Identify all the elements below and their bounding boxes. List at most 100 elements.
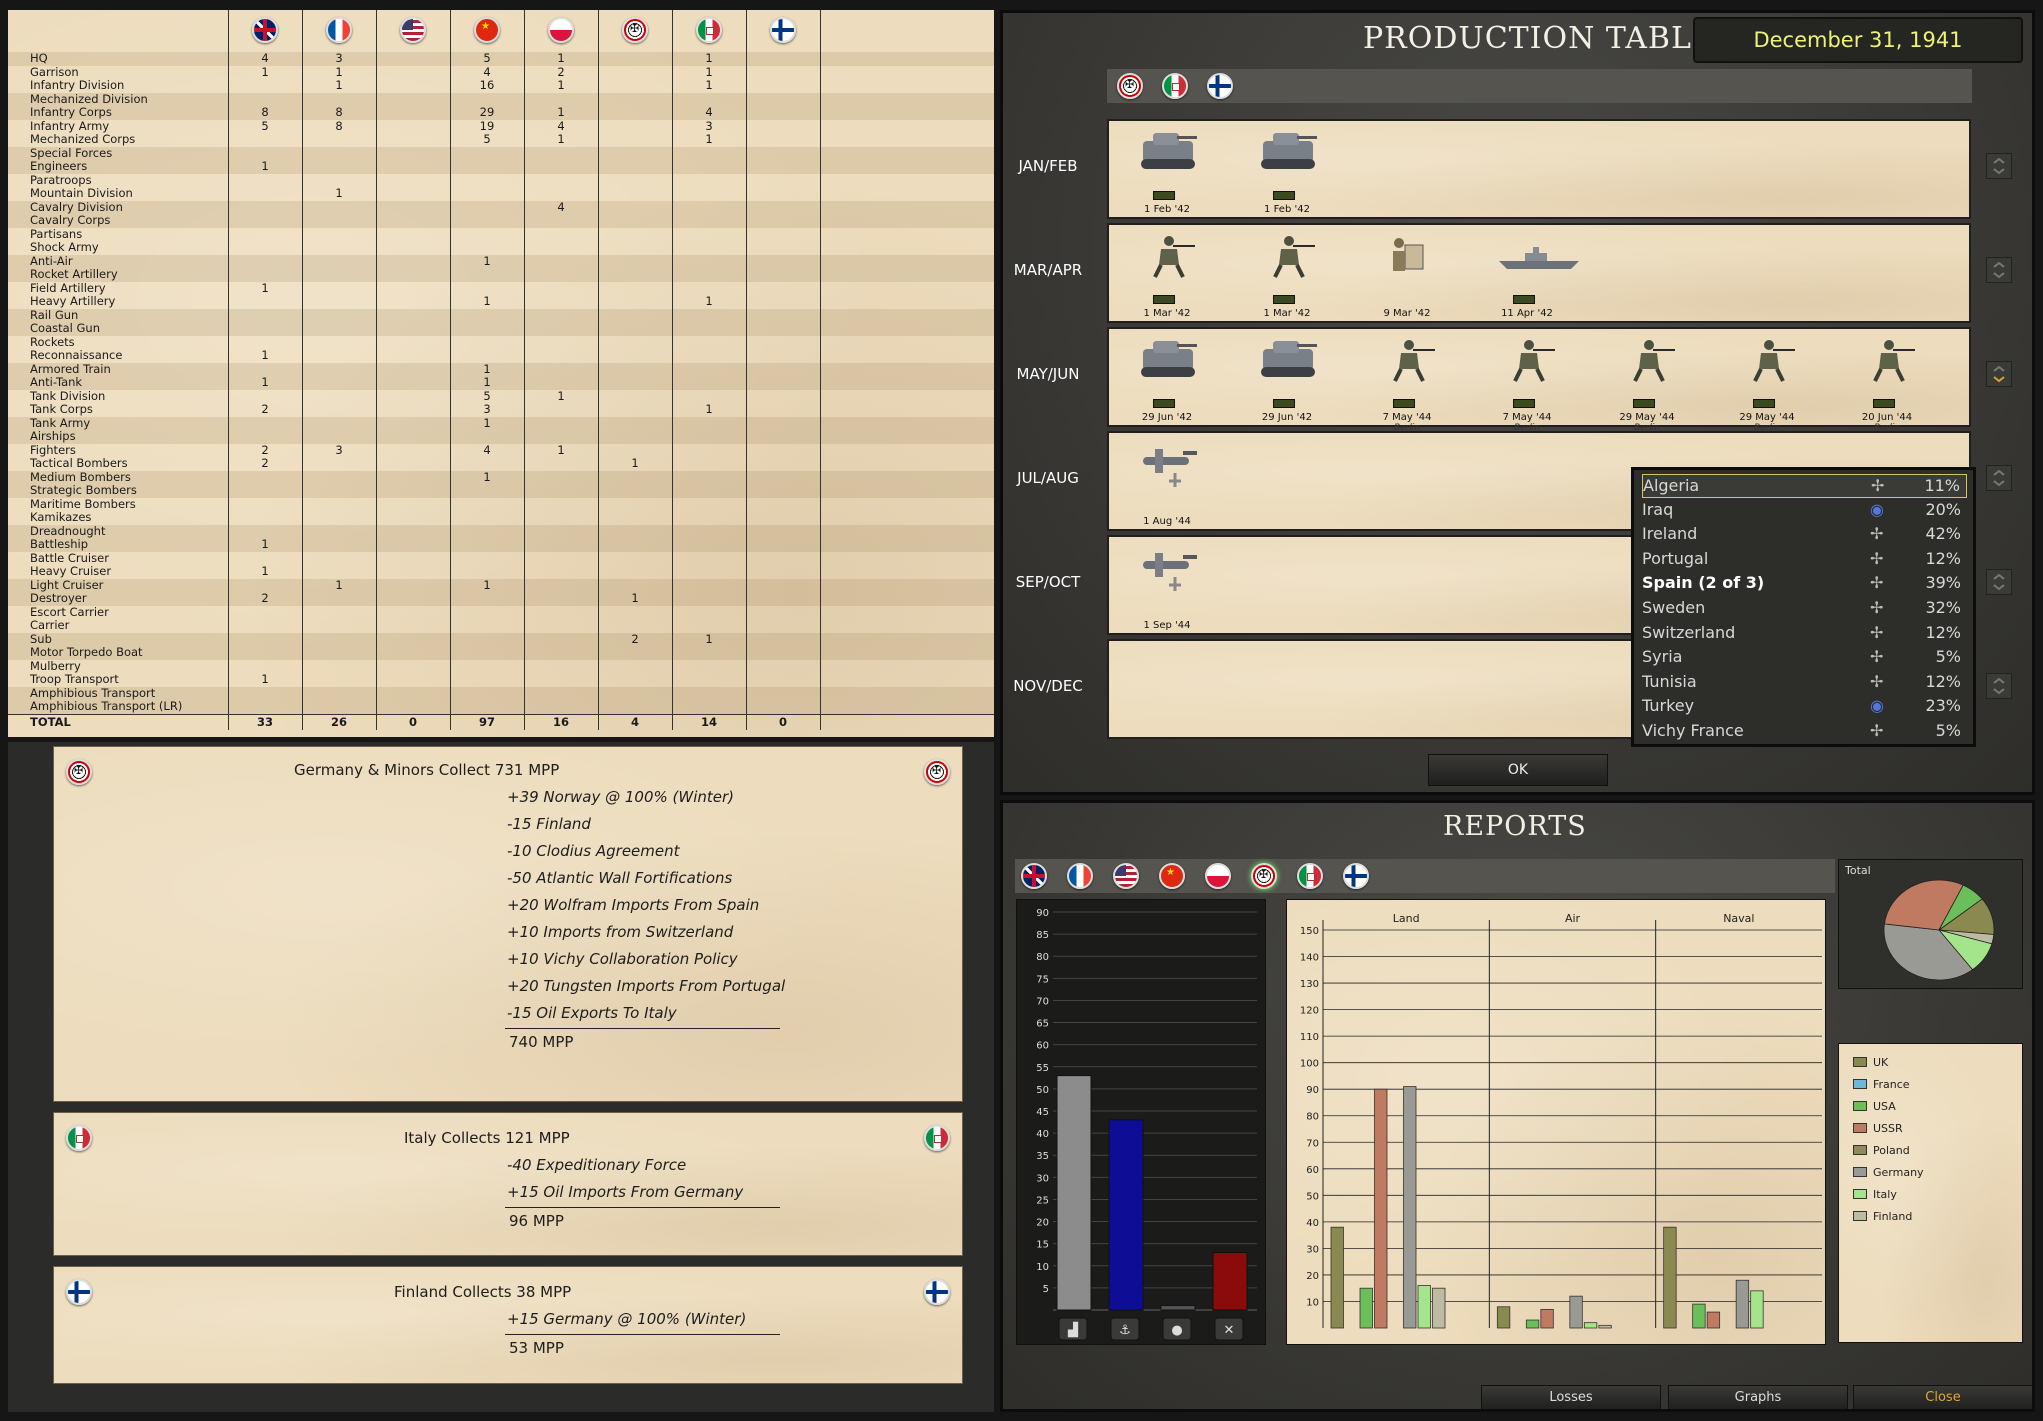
chart-legend: UK France USA USSR Poland Germany Italy Finland xyxy=(1838,1043,2023,1343)
neutral-country-row[interactable]: Sweden ✢ 32% xyxy=(1642,597,1967,621)
production-unit[interactable]: 9 Mar '42 xyxy=(1367,229,1447,321)
germany-flag-icon[interactable] xyxy=(1251,863,1277,889)
production-unit[interactable]: 1 Feb '42 xyxy=(1127,125,1207,217)
production-unit[interactable]: 11 Apr '42 xyxy=(1487,229,1579,321)
legend-label: USSR xyxy=(1873,1122,1903,1135)
italy-flag-icon[interactable] xyxy=(1297,863,1323,889)
experience-badge-icon xyxy=(1153,191,1175,200)
spacer-cell xyxy=(819,619,994,633)
unit-count-cell xyxy=(745,227,820,241)
neutral-country-row[interactable]: Ireland ✢ 42% xyxy=(1642,523,1967,547)
neutral-country-row[interactable]: Turkey ◉ 23% xyxy=(1642,695,1967,719)
production-unit[interactable]: 29 May '44 Berlin xyxy=(1607,333,1687,433)
unit-count-cell xyxy=(745,686,820,700)
unit-count-cell: 1 xyxy=(227,564,302,579)
italy-flag-icon[interactable] xyxy=(1162,73,1188,99)
unit-count-cell xyxy=(523,659,598,673)
scroll-arrows-icon[interactable] xyxy=(1986,465,2012,491)
finland-flag-icon[interactable] xyxy=(1343,863,1369,889)
spacer-cell xyxy=(819,551,994,565)
usa-flag-icon[interactable] xyxy=(1113,863,1139,889)
table-row: Paratroops xyxy=(8,173,994,187)
uk-flag-icon[interactable] xyxy=(1021,863,1047,889)
unit-count-cell xyxy=(301,646,376,660)
scroll-arrows-icon[interactable] xyxy=(1986,153,2012,179)
loss-bar xyxy=(1417,1285,1431,1329)
production-unit[interactable]: 20 Jun '44 Berlin xyxy=(1847,333,1927,433)
category-glyph: ▟ xyxy=(1067,1321,1079,1338)
v1-rocket-icon xyxy=(1139,439,1199,489)
unit-count-cell xyxy=(745,416,820,430)
y-tick-label: 75 xyxy=(1036,974,1049,985)
neutral-country-row[interactable]: Spain (2 of 3) ✢ 39% xyxy=(1642,572,1967,596)
unit-type-label: Rockets xyxy=(30,334,75,349)
legend-item: Finland xyxy=(1853,1210,1912,1223)
ok-button[interactable]: OK xyxy=(1428,754,1608,786)
table-header xyxy=(8,10,994,52)
unit-type-label: Mulberry xyxy=(30,658,81,673)
graphs-button[interactable]: Graphs xyxy=(1668,1385,1848,1409)
close-button[interactable]: Close xyxy=(1853,1385,2032,1409)
neutral-country-row[interactable]: Tunisia ✢ 12% xyxy=(1642,671,1967,695)
unit-count-cell xyxy=(449,349,524,363)
ussr-flag-icon[interactable] xyxy=(1159,863,1185,889)
production-unit[interactable]: 7 May '44 Berlin xyxy=(1487,333,1567,433)
losses-button[interactable]: Losses xyxy=(1481,1385,1661,1409)
unit-count-cell xyxy=(227,646,302,660)
neutral-country-row[interactable]: Algeria ✢ 11% xyxy=(1642,474,1967,498)
production-unit[interactable]: 1 Mar '42 xyxy=(1247,229,1327,321)
scroll-arrows-icon[interactable] xyxy=(1986,361,2012,387)
legend-swatch xyxy=(1853,1079,1867,1089)
unit-count-cell xyxy=(375,268,450,282)
production-unit[interactable]: 1 Feb '42 xyxy=(1247,125,1327,217)
table-row: Kamikazes xyxy=(8,510,994,525)
neutral-country-row[interactable]: Syria ✢ 5% xyxy=(1642,646,1967,670)
production-unit[interactable]: 7 May '44 Berlin xyxy=(1367,333,1447,433)
unit-count-cell xyxy=(523,605,598,619)
experience-badge-icon xyxy=(1393,399,1415,408)
unit-type-label: Troop Transport xyxy=(30,672,119,686)
italy-mpp-box: Italy Collects 121 MPP -40 Expeditionary… xyxy=(53,1112,963,1256)
production-unit[interactable]: 1 Aug '44 xyxy=(1127,437,1207,529)
unit-count-cell xyxy=(597,700,672,714)
germany-flag-icon[interactable] xyxy=(1117,73,1143,99)
scroll-arrows-icon[interactable] xyxy=(1986,569,2012,595)
unit-count-cell xyxy=(301,295,376,309)
mpp-adjustment-line: -15 Finland xyxy=(507,815,591,833)
unit-count-cell: 4 xyxy=(523,119,598,133)
neutral-country-row[interactable]: Portugal ✢ 12% xyxy=(1642,548,1967,572)
legend-label: UK xyxy=(1873,1056,1889,1069)
scroll-arrows-icon[interactable] xyxy=(1986,673,2012,699)
unit-count-cell xyxy=(375,619,450,633)
unit-count-cell xyxy=(375,659,450,673)
unit-count-cell xyxy=(671,686,746,700)
table-row: Garrison 1 1 4 2 1 xyxy=(8,65,994,79)
unit-count-cell: 1 xyxy=(227,65,302,79)
scroll-arrows-icon[interactable] xyxy=(1986,257,2012,283)
poland-flag-icon[interactable] xyxy=(1205,863,1231,889)
experience-badge-icon xyxy=(1153,295,1175,304)
mpp-adjustment-line: -15 Oil Exports To Italy xyxy=(507,1004,677,1022)
unit-count-cell xyxy=(745,524,820,538)
unit-count-cell xyxy=(745,106,820,120)
france-flag-icon[interactable] xyxy=(1067,863,1093,889)
unit-count-cell xyxy=(671,538,746,552)
activation-percent: 12% xyxy=(1925,548,1961,568)
production-unit[interactable]: 1 Sep '44 xyxy=(1127,541,1207,633)
neutral-country-row[interactable]: Iraq ◉ 20% xyxy=(1642,499,1967,523)
unit-type-label: Mountain Division xyxy=(30,186,133,200)
y-tick-label: 90 xyxy=(1306,1085,1319,1096)
table-row: Mulberry xyxy=(8,658,994,673)
production-unit[interactable]: 29 Jun '42 xyxy=(1127,333,1207,425)
mpp-adjustment-line: +10 Imports from Switzerland xyxy=(507,923,734,941)
unit-count-cell xyxy=(449,484,524,498)
table-row: Coastal Gun xyxy=(8,321,994,336)
neutral-country-row[interactable]: Switzerland ✢ 12% xyxy=(1642,622,1967,646)
unit-count-cell xyxy=(597,416,672,430)
neutral-country-row[interactable]: Vichy France ✢ 5% xyxy=(1642,720,1967,744)
production-unit[interactable]: 1 Mar '42 xyxy=(1127,229,1207,321)
production-unit[interactable]: 29 May '44 Berlin xyxy=(1727,333,1807,433)
finland-flag-icon[interactable] xyxy=(1207,73,1233,99)
production-unit[interactable]: 29 Jun '42 xyxy=(1247,333,1327,425)
unit-count-cell xyxy=(523,484,598,498)
